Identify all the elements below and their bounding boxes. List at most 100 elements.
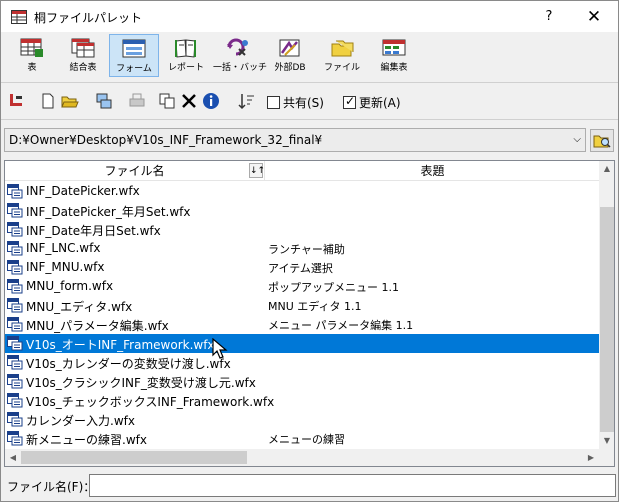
list-item[interactable]: V10s_カレンダーの変数受け渡し.wfx [5,353,599,372]
batch-button[interactable]: 一括・バッチ [213,34,268,77]
help-button[interactable]: ? [539,7,559,27]
path-bar: D:¥Owner¥Desktop¥V10s_INF_Framework_32_f… [1,125,618,157]
list-item-filename: INF_DatePicker_年月Set.wfx [26,205,191,219]
list-item-filename: V10s_カレンダーの変数受け渡し.wfx [26,357,231,371]
form-button-label: フォーム [116,64,152,74]
table-icon [20,38,43,57]
list-item[interactable]: INF_LNC.wfx ランチャー補助 [5,239,599,258]
batch-button-label: 一括・バッチ [213,63,268,73]
title-bar[interactable]: 桐ファイルパレット ? ✕ [1,1,618,32]
delete-icon[interactable] [180,92,198,110]
chevron-down-icon[interactable]: ⌵ [573,134,581,145]
list-item-filename: INF_Date年月日Set.wfx [26,224,161,238]
path-combobox[interactable]: D:¥Owner¥Desktop¥V10s_INF_Framework_32_f… [4,128,586,152]
scroll-up-icon[interactable]: ▲ [599,161,614,177]
network-icon[interactable] [95,92,113,110]
table-button[interactable]: 表 [7,34,57,77]
edit-table-icon [382,39,406,56]
column-header-filename[interactable]: ファイル名 [5,161,265,181]
form-file-icon [7,412,23,427]
list-item[interactable]: MNU_パラメータ編集.wfx メニュー パラメータ編集 1.1 [5,315,599,334]
browse-folder-icon [593,135,611,148]
shared-checkbox-label: 共有(S) [283,96,324,110]
list-item-filename: カレンダー入力.wfx [26,414,135,428]
column-header-title[interactable]: 表題 [266,161,599,181]
report-button[interactable]: レポート [161,34,211,77]
info-icon[interactable] [202,92,220,110]
list-item[interactable]: INF_DatePicker_年月Set.wfx [5,201,599,220]
update-checkbox-box[interactable] [343,94,356,109]
toolbar2-divider [1,119,618,120]
joined-table-icon [71,38,95,58]
form-file-icon [7,317,23,332]
list-item[interactable]: MNU_エディタ.wfx MNU エディタ 1.1 [5,296,599,315]
list-item[interactable]: V10s_クラシックINF_変数受け渡し元.wfx [5,372,599,391]
list-item-title: ポップアップメニュー 1.1 [268,281,399,294]
form-file-icon [7,336,23,351]
edit-table-button[interactable]: 編集表 [369,34,419,77]
horizontal-scroll-thumb[interactable] [21,451,247,464]
list-header: ファイル名 ↓↑ 表題 [5,161,599,181]
form-file-icon [7,203,23,218]
scrollbar-corner [599,449,614,466]
external-db-icon [279,39,300,57]
list-item[interactable]: V10s_チェックボックスINF_Framework.wfx [5,391,599,410]
update-checkbox-label: 更新(A) [359,96,401,110]
scroll-right-icon[interactable]: ▶ [583,449,599,466]
form-button[interactable]: フォーム [109,34,159,77]
open-folder-icon[interactable] [61,92,79,110]
shared-checkbox[interactable]: 共有(S) [267,94,324,111]
form-icon [122,39,146,58]
app-icon [11,10,27,24]
table-button-label: 表 [27,63,37,73]
list-item-title: ランチャー補助 [268,243,345,256]
vertical-scrollbar[interactable]: ▲ ▼ [599,161,614,449]
sort-icon[interactable] [238,92,256,110]
form-file-icon [7,260,23,275]
copy-icon[interactable] [158,92,176,110]
form-file-icon [7,279,23,294]
list-item-filename: INF_LNC.wfx [26,241,101,255]
list-item[interactable]: INF_Date年月日Set.wfx [5,220,599,239]
file-list[interactable]: ファイル名 ↓↑ 表題 INF_DatePicker.wfx INF_DatePi… [4,160,615,467]
mouse-cursor-icon [212,338,228,359]
sort-toggle-button[interactable]: ↓↑ [249,163,265,178]
horizontal-scrollbar[interactable]: ◀ ▶ [5,449,599,466]
edit-table-button-label: 編集表 [380,63,408,73]
list-item-filename: V10s_クラシックINF_変数受け渡し元.wfx [26,376,256,390]
print-icon[interactable] [128,92,146,110]
filename-input[interactable] [89,474,616,497]
list-item-filename: INF_MNU.wfx [26,260,105,274]
update-checkbox[interactable]: 更新(A) [343,94,401,111]
form-file-icon [7,393,23,408]
list-item-title: MNU エディタ 1.1 [268,300,362,313]
toolbar-divider [1,82,618,83]
list-item[interactable]: 新メニューの練習.wfx メニューの練習 [5,429,599,448]
file-button[interactable]: ファイル [317,34,367,77]
list-item[interactable]: MNU_form.wfx ポップアップメニュー 1.1 [5,277,599,296]
list-item[interactable]: INF_DatePicker.wfx [5,182,599,201]
list-rows: INF_DatePicker.wfx INF_DatePicker_年月Set.w… [5,182,599,448]
new-file-icon[interactable] [39,92,57,110]
list-item-title: アイテム選択 [268,262,333,275]
list-item[interactable]: V10s_オートINF_Framework.wfx [5,334,599,353]
form-file-icon [7,355,23,370]
scroll-down-icon[interactable]: ▼ [599,433,614,449]
shared-checkbox-box[interactable] [267,96,280,109]
list-item[interactable]: INF_MNU.wfx アイテム選択 [5,258,599,277]
scroll-left-icon[interactable]: ◀ [5,449,21,466]
close-button[interactable]: ✕ [581,5,607,29]
path-value: D:¥Owner¥Desktop¥V10s_INF_Framework_32_f… [9,133,323,147]
form-file-icon [7,298,23,313]
column-header-title-label: 表題 [420,164,445,178]
external-db-button[interactable]: 外部DB [265,34,315,77]
joined-table-button[interactable]: 結合表 [58,34,108,77]
file-palette-window: 桐ファイルパレット ? ✕ 表 結合表 フォーム レポート 一括・バッチ 外部D… [0,0,619,502]
list-item-filename: V10s_チェックボックスINF_Framework.wfx [26,395,275,409]
vertical-scroll-thumb[interactable] [600,207,614,432]
browse-folder-button[interactable] [590,129,614,152]
list-item[interactable]: カレンダー入力.wfx [5,410,599,429]
list-item-filename: MNU_form.wfx [26,279,114,293]
properties-icon[interactable] [7,92,25,110]
list-item-title: メニュー パラメータ編集 1.1 [268,319,414,332]
